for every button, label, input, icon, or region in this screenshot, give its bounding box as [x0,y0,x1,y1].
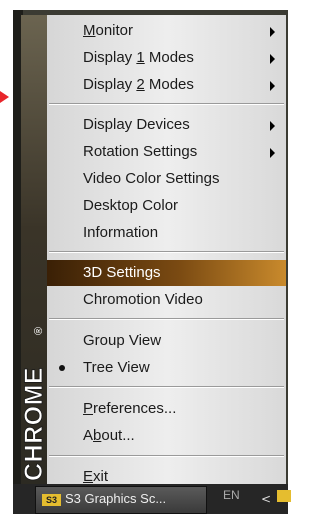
menu-item-label: Display Devices [83,116,190,133]
red-pointer-arrow-icon [0,91,9,103]
menu-item-group-view[interactable]: Group View [47,328,286,354]
menu-item-video-color-settings[interactable]: Video Color Settings [47,166,286,192]
menu-item-monitor-label: Monitor [83,22,134,39]
menu-item-chromotion-video[interactable]: Chromotion Video [47,287,286,313]
menu-item-information[interactable]: Information [47,220,286,246]
menu-item-about-label: About... [83,427,135,444]
menu-separator [49,318,284,320]
menu-item-label: Chromotion Video [83,291,203,308]
menu-item-display-1-modes-label: Display 1 Modes [83,49,194,66]
menu-item-label: Video Color Settings [83,170,220,187]
menu-item-label: Group View [83,332,162,349]
taskbar-window-label: S3 Graphics Sc... [65,491,167,506]
menu-item-preferences-label: Preferences... [83,400,177,417]
menu-item-label: Rotation Settings [83,143,198,160]
menu-item-label: Tree View [83,359,150,376]
menu-item-display-2-modes-label: Display 2 Modes [83,76,194,93]
menu-item-display-devices[interactable]: Display Devices [47,112,286,138]
radio-bullet-icon [59,365,65,371]
menu-item-label: Information [83,224,159,241]
menu-item-preferences[interactable]: Preferences... [47,396,286,422]
chrome-brand-logo: CHROME ® [20,327,48,482]
menu-separator [49,386,284,388]
submenu-arrow-icon [270,27,275,37]
menu-item-display-2-modes[interactable]: Display 2 Modes [47,72,286,98]
taskbar-window-button[interactable]: S3 S3 Graphics Sc... [35,486,207,514]
s3-app-icon: S3 [42,493,61,506]
language-indicator[interactable]: EN [223,488,240,502]
menu-panel: Monitor Display 1 Modes Display 2 Modes … [47,15,286,486]
chrome-brand-text: CHROME [20,367,48,481]
submenu-arrow-icon [270,54,275,64]
tray-expand-icon[interactable]: < [261,492,271,506]
menu-separator [49,455,284,457]
registered-mark: ® [33,327,45,335]
submenu-arrow-icon [270,81,275,91]
tray-app-icon[interactable] [277,490,291,502]
menu-item-display-1-modes[interactable]: Display 1 Modes [47,45,286,71]
menu-item-about[interactable]: About... [47,423,286,449]
menu-item-rotation-settings[interactable]: Rotation Settings [47,139,286,165]
menu-separator [49,103,284,105]
menu-item-desktop-color[interactable]: Desktop Color [47,193,286,219]
submenu-arrow-icon [270,121,275,131]
menu-item-monitor[interactable]: Monitor [47,18,286,44]
menu-separator [49,251,284,253]
menu-item-label: Desktop Color [83,197,179,214]
menu-item-tree-view[interactable]: Tree View [47,355,286,381]
menu-item-3d-settings[interactable]: 3D Settings [47,260,286,286]
taskbar: S3 S3 Graphics Sc... EN < [13,484,291,514]
menu-item-label: 3D Settings [83,264,161,281]
submenu-arrow-icon [270,148,275,158]
